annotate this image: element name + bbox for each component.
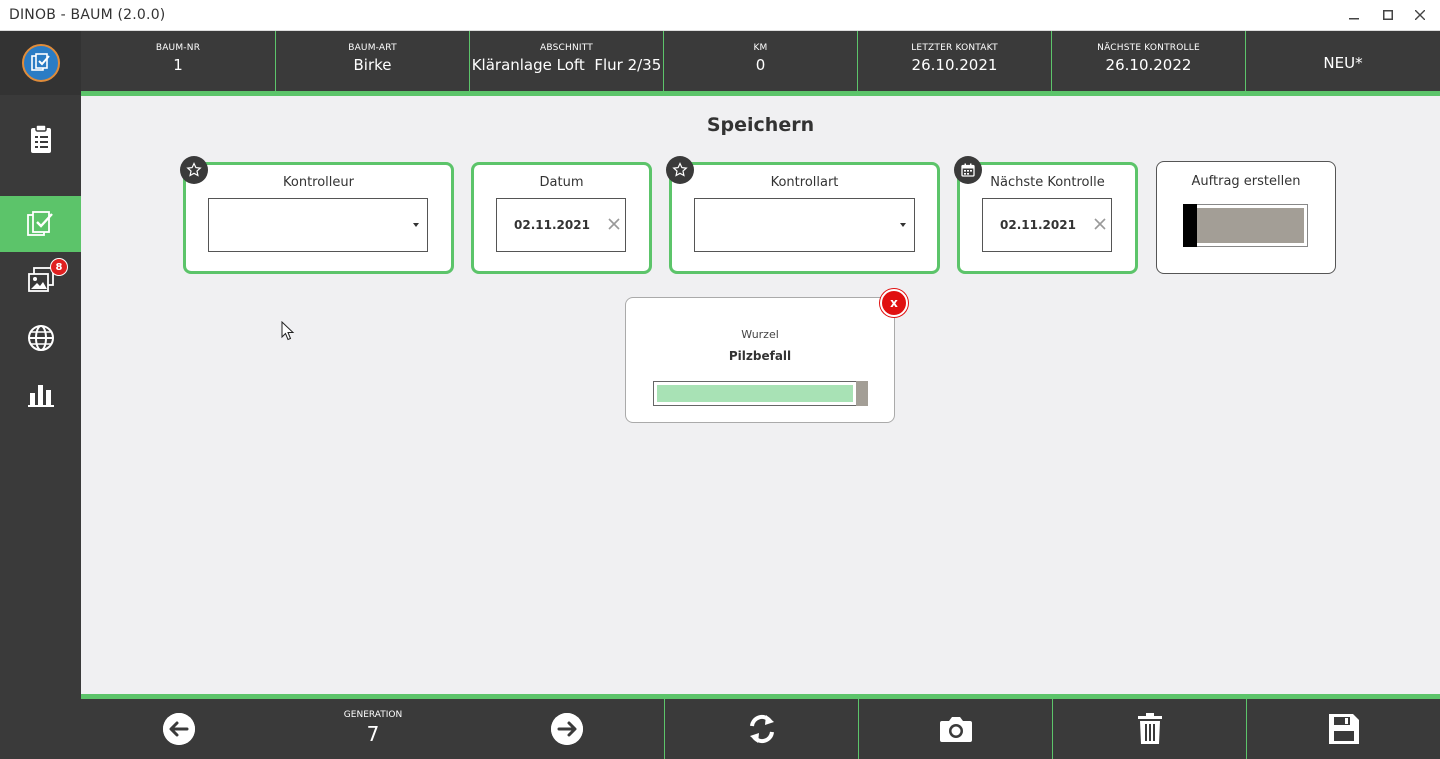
finding-category: Wurzel: [741, 328, 779, 341]
kontrollart-card: Kontrollart: [666, 156, 940, 274]
gallery-icon: [27, 267, 54, 292]
window-title: DINOB - BAUM (2.0.0): [9, 7, 166, 23]
naechste-kontrolle-label: Nächste Kontrolle: [990, 175, 1105, 190]
trash-icon: [1137, 713, 1162, 744]
clipboard-icon: [30, 124, 51, 153]
sidebar-item-clipboard[interactable]: [0, 111, 81, 167]
app-logo: [21, 44, 60, 82]
floppy-disk-icon: [1328, 714, 1359, 744]
datum-label: Datum: [539, 175, 584, 190]
arrow-right-icon: [551, 713, 583, 745]
app-logo-cell: [0, 31, 81, 95]
maximize-icon: [1383, 10, 1393, 20]
naechste-kontrolle-field[interactable]: 02.11.2021: [982, 198, 1112, 252]
datum-field[interactable]: 02.11.2021: [496, 198, 626, 252]
datum-card: Datum 02.11.2021: [471, 162, 652, 274]
naechste-kontrolle-card: Nächste Kontrolle 02.11.2021: [954, 156, 1138, 274]
clear-icon: [1094, 218, 1106, 230]
title-bar: DINOB - BAUM (2.0.0): [0, 0, 1440, 31]
toggle-thumb: [1183, 204, 1197, 247]
page-title: Speichern: [706, 114, 815, 136]
arrow-left-icon: [162, 713, 195, 745]
status-label: NEU*: [1323, 54, 1363, 72]
close-icon: [1415, 10, 1425, 20]
finding-toggle-thumb: [856, 381, 868, 406]
globe-icon: [27, 325, 54, 351]
header-abschnitt: ABSCHNITT Kläranlage Loft Flur 2/35: [470, 31, 664, 91]
finding-toggle[interactable]: [653, 381, 868, 406]
save-button[interactable]: [1246, 699, 1440, 759]
minimize-icon: [1349, 18, 1359, 20]
header-bar: BAUM-NR 1 BAUM-ART Birke ABSCHNITT Klära…: [81, 31, 1440, 91]
kontrolleur-select[interactable]: [208, 198, 428, 252]
bar-chart-icon: [27, 385, 54, 407]
sidebar: 8: [0, 31, 81, 759]
header-letzter-kontakt: LETZTER KONTAKT 26.10.2021: [858, 31, 1052, 91]
toggle-track: [1187, 208, 1304, 243]
kontrolleur-label: Kontrolleur: [283, 175, 354, 190]
sidebar-item-checklist[interactable]: [0, 196, 81, 252]
header-naechste-kontrolle: NÄCHSTE KONTROLLE 26.10.2022: [1052, 31, 1246, 91]
finding-card[interactable]: Wurzel Pilzbefall x: [625, 289, 908, 423]
gallery-badge: 8: [50, 258, 68, 276]
next-button[interactable]: [470, 699, 664, 759]
kontrollart-select[interactable]: [694, 198, 915, 252]
sidebar-item-globe[interactable]: [0, 310, 81, 366]
generation-display: GENERATION 7: [313, 699, 433, 759]
chevron-down-icon: [413, 223, 419, 227]
close-window-button[interactable]: [1408, 4, 1432, 26]
header-divider: [81, 91, 1440, 96]
camera-icon: [939, 717, 972, 742]
finding-toggle-track: [657, 385, 853, 402]
maximize-button[interactable]: [1376, 4, 1400, 26]
mouse-cursor-icon: [281, 321, 295, 341]
header-baum-nr: BAUM-NR 1: [81, 31, 276, 91]
header-status: NEU*: [1246, 31, 1440, 91]
sidebar-item-chart[interactable]: [0, 367, 81, 423]
clear-datum-button[interactable]: [608, 214, 620, 235]
camera-button[interactable]: [858, 699, 1052, 759]
delete-button[interactable]: [1052, 699, 1246, 759]
auftrag-toggle[interactable]: [1183, 204, 1308, 247]
minimize-button[interactable]: [1342, 4, 1366, 26]
auftrag-card: Auftrag erstellen: [1156, 161, 1336, 274]
auftrag-label: Auftrag erstellen: [1191, 174, 1301, 189]
kontrolleur-card: Kontrolleur: [180, 156, 454, 274]
chevron-down-icon: [900, 223, 906, 227]
clear-icon: [608, 218, 620, 230]
header-km: KM 0: [664, 31, 858, 91]
refresh-icon: [749, 714, 774, 744]
remove-finding-button[interactable]: x: [880, 289, 908, 317]
checklist-logo-icon: [30, 53, 50, 71]
checklist-icon: [26, 211, 53, 236]
clear-naechste-kontrolle-button[interactable]: [1094, 214, 1106, 235]
refresh-button[interactable]: [664, 699, 858, 759]
header-baum-art: BAUM-ART Birke: [276, 31, 470, 91]
sidebar-item-gallery[interactable]: 8: [0, 252, 81, 308]
generation-label: GENERATION: [343, 710, 403, 720]
footer-toolbar: GENERATION 7: [81, 699, 1440, 759]
finding-name: Pilzbefall: [728, 349, 792, 363]
previous-button[interactable]: [81, 699, 276, 759]
generation-value: 7: [366, 722, 380, 746]
kontrollart-label: Kontrollart: [770, 175, 839, 190]
